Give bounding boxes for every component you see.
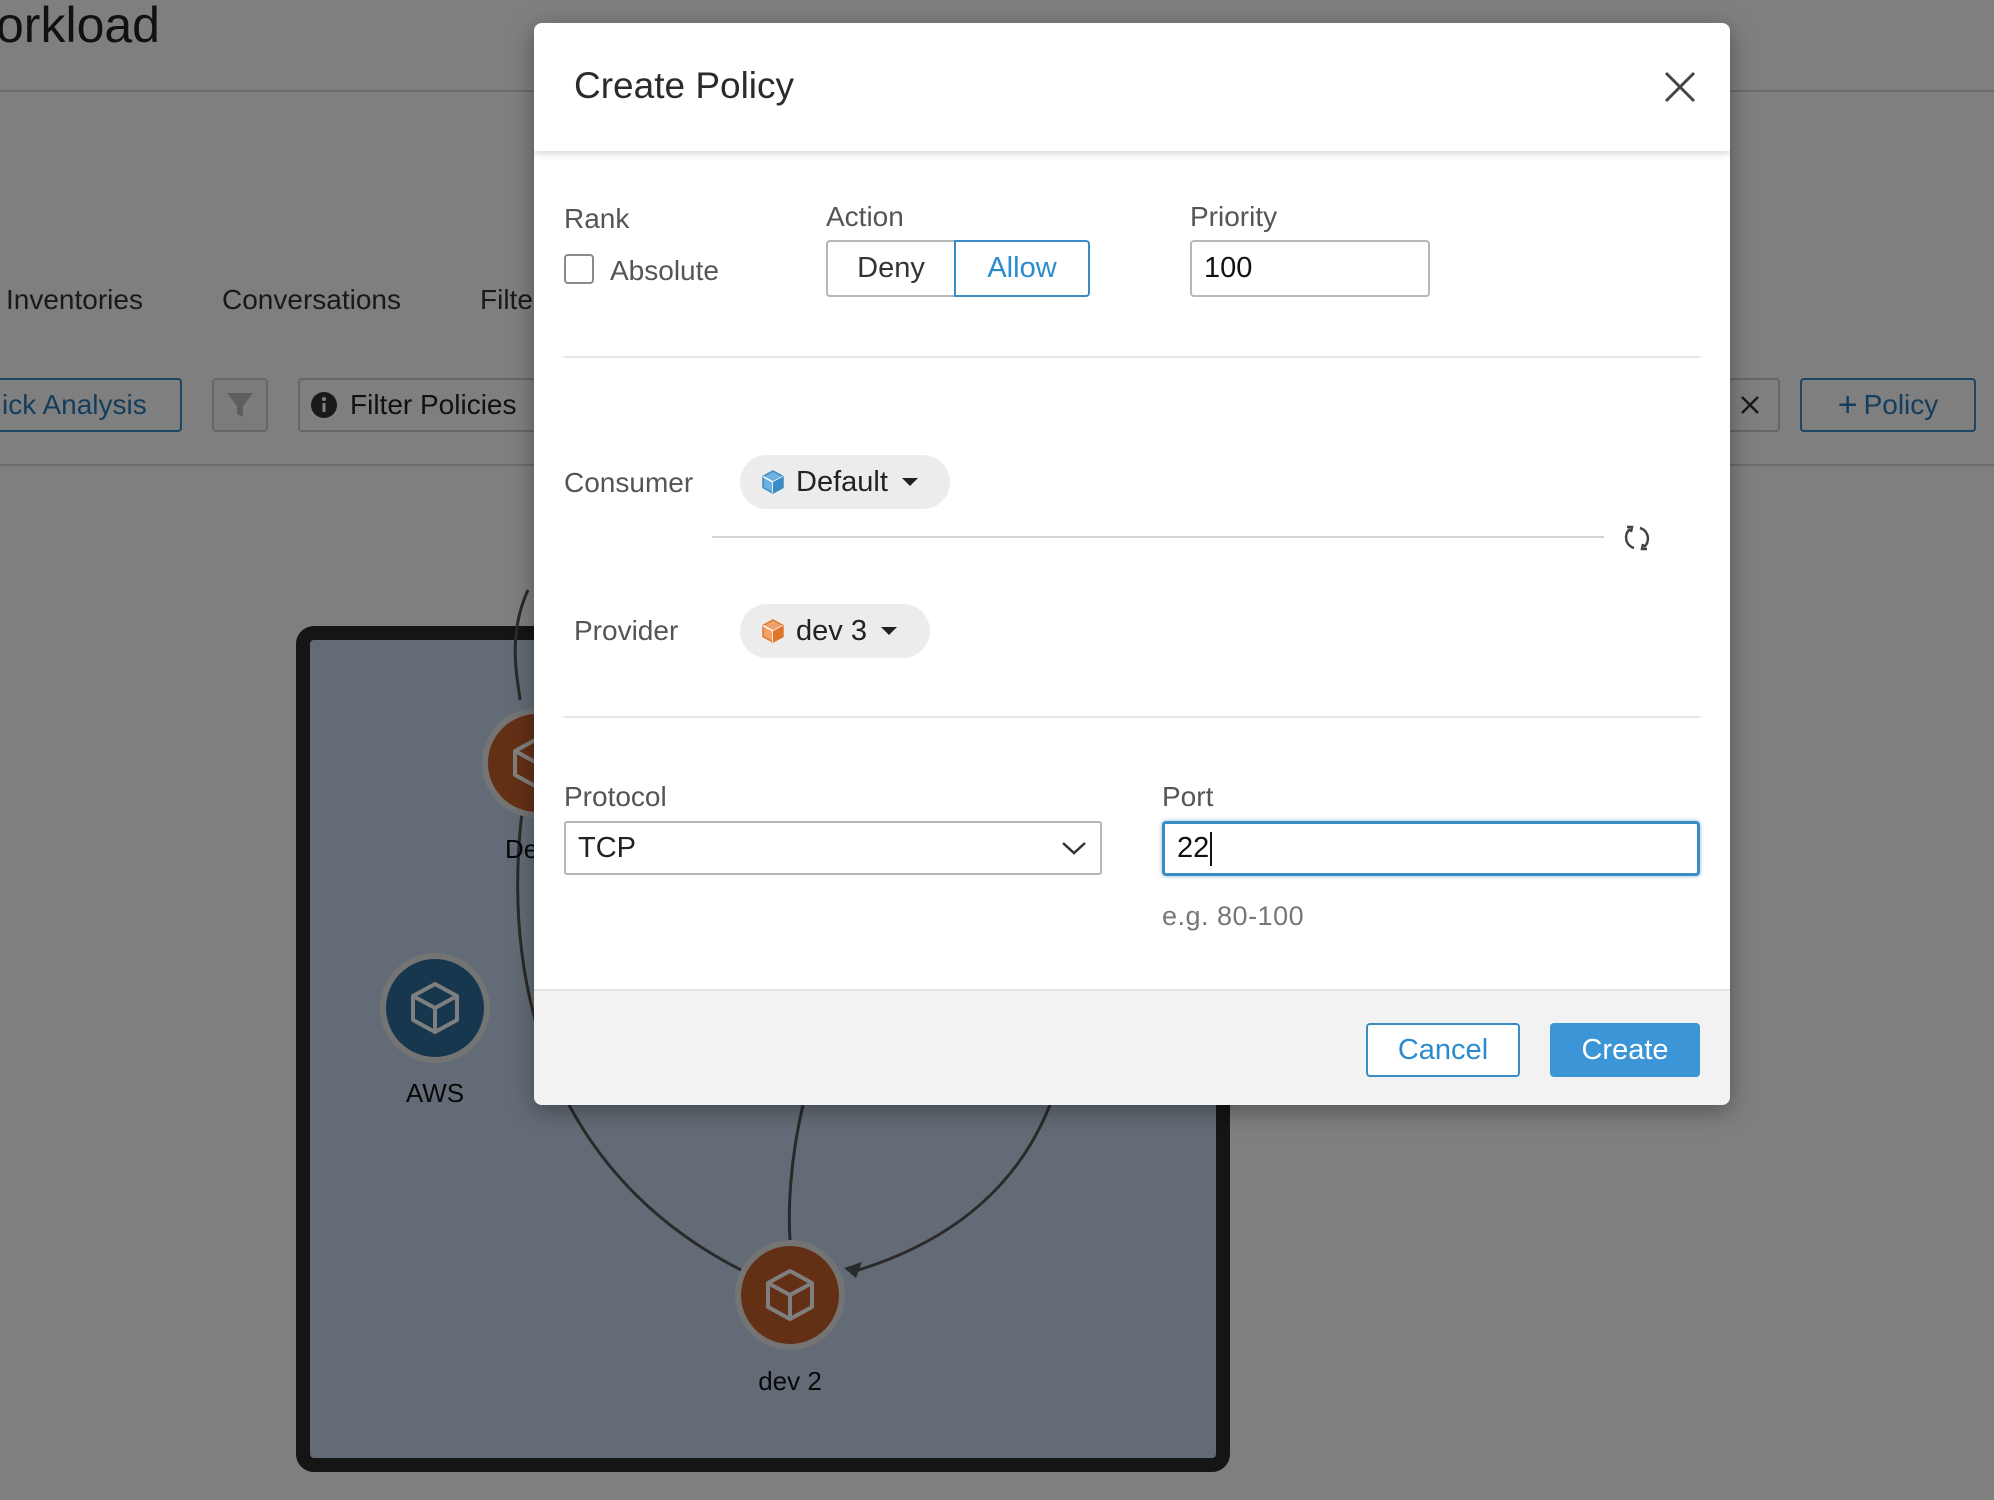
priority-label: Priority [1190,201,1278,232]
protocol-value: TCP [578,831,636,864]
consumer-label: Consumer [564,467,694,498]
action-allow-button[interactable]: Allow [954,240,1090,297]
cube-icon [760,618,786,644]
provider-value: dev 3 [796,614,867,647]
create-policy-dialog: Create Policy Rank Absolute Action Deny … [534,23,1730,1105]
rank-label: Rank [564,203,630,234]
action-deny-button[interactable]: Deny [826,240,954,297]
provider-label: Provider [574,615,679,646]
refresh-icon [1624,525,1650,551]
provider-selector[interactable]: dev 3 [740,604,930,658]
close-dialog-button[interactable] [1658,65,1702,109]
absolute-checkbox-label[interactable]: Absolute [610,255,719,287]
protocol-select[interactable]: TCP [564,821,1102,875]
priority-value: 100 [1204,252,1253,284]
chevron-down-icon [901,478,918,486]
port-hint: e.g. 80-100 [1162,901,1305,931]
app-root: orkload Inventories Conversations Filte … [0,0,1994,1500]
consumer-provider-connector [712,536,1604,538]
consumer-selector[interactable]: Default [740,455,950,509]
chevron-down-icon [880,627,897,635]
absolute-checkbox[interactable] [564,254,594,284]
action-label: Action [826,201,904,232]
close-icon [1664,71,1696,103]
text-cursor [1210,831,1213,866]
port-label: Port [1162,781,1214,812]
dialog-title: Create Policy [574,65,795,106]
port-value: 22 [1177,832,1210,864]
create-button[interactable]: Create [1550,1023,1700,1077]
section-divider [564,716,1700,718]
cancel-button[interactable]: Cancel [1366,1023,1520,1077]
port-input[interactable]: 22 [1162,821,1700,876]
priority-input[interactable]: 100 [1190,240,1430,297]
swap-consumer-provider-button[interactable] [1620,521,1654,555]
consumer-value: Default [796,465,888,498]
cube-icon [760,469,786,495]
section-divider [564,356,1700,358]
chevron-down-icon [1062,842,1086,855]
dialog-header: Create Policy [534,23,1730,151]
protocol-label: Protocol [564,781,667,812]
